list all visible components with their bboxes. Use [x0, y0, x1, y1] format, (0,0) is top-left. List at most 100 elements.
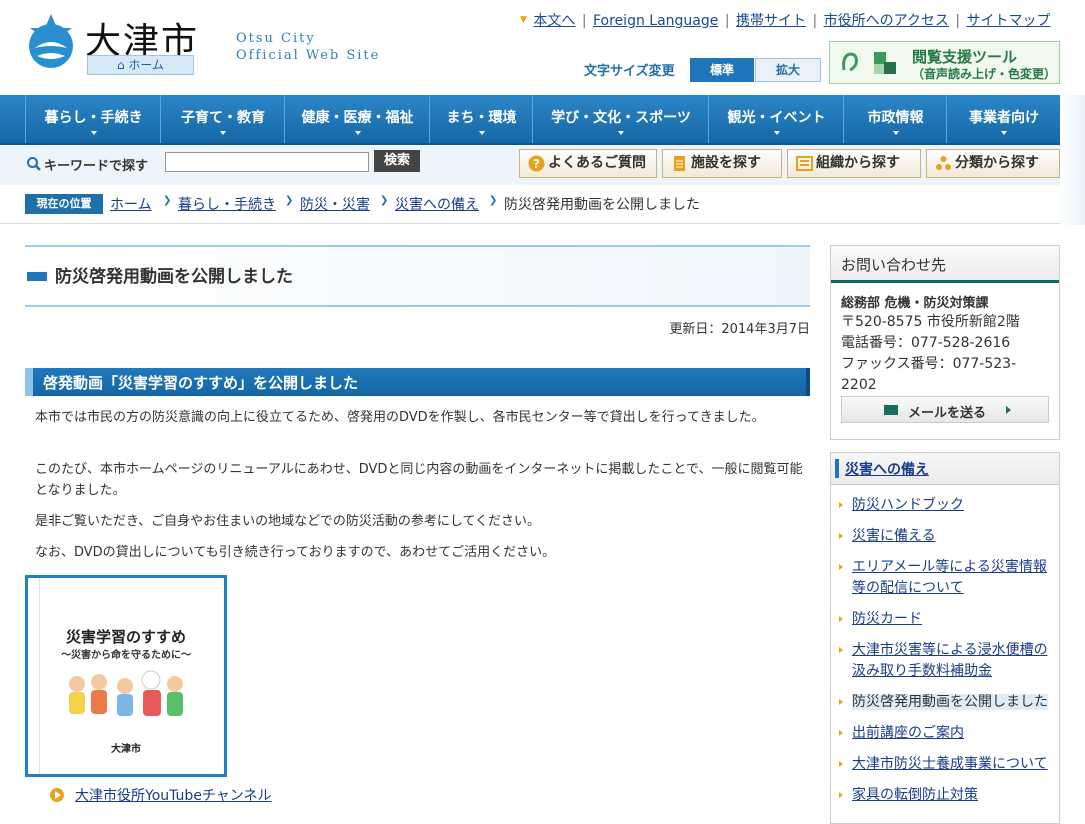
list-icon	[796, 156, 813, 171]
category-icon	[936, 156, 951, 170]
font-size-standard-button[interactable]: 標準	[690, 58, 754, 82]
related-item: 出前講座のご案内	[839, 723, 1054, 744]
document-icon	[674, 156, 685, 171]
nav-item-health[interactable]: 健康・医療・福祉	[284, 95, 430, 143]
section-deco	[25, 368, 33, 396]
access-link[interactable]: 市役所へのアクセス	[824, 13, 949, 29]
related-links-box: 災害への備え 防災ハンドブック 災害に備える エリアメール等による災害情報等の配…	[830, 452, 1060, 824]
home-link[interactable]: ⌂ ホーム	[87, 55, 194, 75]
contact-header: お問い合わせ先	[831, 246, 1059, 283]
related-link-prepare[interactable]: 災害に備える	[852, 526, 1054, 547]
paragraph-1: 本市では市民の方の防災意識の向上に役立てるため、啓発用のDVDを作製し、各市民セ…	[35, 410, 765, 425]
contact-tel: 電話番号：077-528-2616	[841, 335, 1011, 351]
breadcrumb-living[interactable]: 暮らし・手続き	[178, 194, 276, 214]
dvd-cover-image: 災害学習のすすめ 〜災害から命を守るために〜 大津市	[25, 575, 227, 777]
foreign-language-link[interactable]: Foreign Language	[593, 13, 718, 29]
paragraph-4: なお、DVDの貸出しについても引き続き行っておりますので、あわせてご活用ください…	[35, 545, 556, 560]
accessibility-tool-subtitle: （音声読み上げ・色変更）	[912, 67, 1057, 81]
related-link-handbook[interactable]: 防災ハンドブック	[852, 495, 1054, 516]
section-title: 啓発動画「災害学習のすすめ」を公開しました	[43, 374, 359, 392]
chevron-right-icon: ❯	[285, 195, 294, 206]
find-organization-button[interactable]: 組織から探す	[787, 149, 921, 178]
related-link-area-mail[interactable]: エリアメール等による災害情報等の配信について	[852, 557, 1054, 599]
home-link-label: ホーム	[128, 58, 165, 72]
question-icon: ?	[528, 155, 545, 172]
related-link-bousaishi[interactable]: 大津市防災士養成事業について	[852, 754, 1054, 775]
send-mail-label: メールを送る	[908, 406, 987, 421]
accessibility-icon	[842, 52, 896, 74]
page-title: 防災啓発用動画を公開しました	[55, 267, 293, 287]
related-item: エリアメール等による災害情報等の配信について	[839, 557, 1054, 599]
illustration-people-icon	[69, 670, 183, 716]
nav-item-culture[interactable]: 学び・文化・スポーツ	[532, 95, 709, 143]
contact-department: 総務部 危機・防災対策課	[841, 296, 989, 311]
mobile-site-link[interactable]: 携帯サイト	[736, 13, 806, 29]
related-header-bar	[835, 459, 839, 478]
svg-text:?: ?	[533, 157, 540, 171]
sitemap-link[interactable]: サイトマップ	[967, 13, 1051, 29]
search-bar: キーワードで探す 検索 ? よくあるご質問 施設を探す 組織から探す 分類から探…	[0, 145, 1085, 185]
contact-address: 〒520-8575 市役所新館2階	[841, 314, 1020, 330]
triangle-right-icon	[839, 502, 843, 508]
font-size-label: 文字サイズ変更	[584, 64, 675, 79]
search-icon	[27, 157, 41, 171]
paragraph-3: 是非ご覧いただき、ご自身やお住まいの地域などでの防災活動の参考にしてください。	[35, 514, 541, 529]
nav-item-town[interactable]: まち・環境	[429, 95, 533, 143]
font-size-large-button[interactable]: 拡大	[755, 58, 821, 82]
breadcrumb-disaster[interactable]: 防災・災害	[300, 194, 370, 214]
related-heading-link[interactable]: 災害への備え	[845, 459, 929, 479]
breadcrumb: 現在の位置 ホーム ❯ 暮らし・手続き ❯ 防災・災害 ❯ 災害への備え ❯ 防…	[0, 185, 1085, 224]
search-input[interactable]	[165, 152, 369, 172]
triangle-right-icon	[839, 761, 843, 767]
search-button[interactable]: 検索	[374, 150, 420, 172]
find-organization-label: 組織から探す	[816, 155, 900, 171]
related-current-page: 防災啓発用動画を公開しました	[852, 694, 1048, 710]
related-item: 防災カード	[839, 609, 1054, 630]
nav-item-business[interactable]: 事業者向け	[946, 95, 1062, 143]
dvd-city: 大津市	[111, 744, 141, 755]
site-header: 大津市 ⌂ ホーム Otsu City Official Web Site ▼ …	[0, 0, 1085, 95]
find-category-button[interactable]: 分類から探す	[926, 149, 1060, 178]
send-mail-button[interactable]: メールを送る	[841, 396, 1049, 423]
related-link-furniture[interactable]: 家具の転倒防止対策	[852, 785, 1054, 806]
nav-item-childcare[interactable]: 子育て・教育	[160, 95, 285, 143]
triangle-right-icon	[839, 730, 843, 736]
triangle-right-icon	[839, 616, 843, 622]
related-item: 大津市防災士養成事業について	[839, 754, 1054, 775]
site-en-line2: Official Web Site	[236, 48, 381, 63]
nav-item-cityinfo[interactable]: 市政情報	[843, 95, 947, 143]
find-facility-button[interactable]: 施設を探す	[662, 149, 782, 178]
page-title-box: 防災啓発用動画を公開しました	[25, 245, 810, 307]
accessibility-tool-title: 閲覧支援ツール	[912, 48, 1018, 66]
dvd-subtitle: 〜災害から命を守るために〜	[61, 650, 191, 661]
breadcrumb-preparedness[interactable]: 災害への備え	[395, 194, 479, 214]
contact-heading: お問い合わせ先	[841, 256, 947, 274]
site-en-line1: Otsu City	[236, 31, 316, 46]
contact-fax: ファックス番号：077-523-2202	[841, 356, 1017, 393]
breadcrumb-home[interactable]: ホーム	[110, 194, 152, 214]
mail-icon	[884, 405, 898, 415]
faq-button[interactable]: ? よくあるご質問	[519, 149, 657, 178]
arrow-right-icon	[1006, 406, 1011, 414]
triangle-down-icon: ▼	[520, 15, 527, 25]
triangle-right-icon	[839, 533, 843, 539]
paragraph-2: このたび、本市ホームページのリニューアルにあわせ、DVDと同じ内容の動画をインタ…	[35, 462, 803, 498]
chevron-right-icon: ❯	[489, 195, 498, 206]
triangle-right-icon	[839, 647, 843, 653]
chevron-right-icon: ❯	[380, 195, 389, 206]
related-item: 大津市災害等による浸水便槽の汲み取り手数料補助金	[839, 640, 1054, 682]
faq-button-label: よくあるご質問	[548, 155, 646, 171]
skip-to-content-link[interactable]: 本文へ	[533, 13, 575, 29]
city-emblem-icon[interactable]	[25, 14, 77, 70]
related-link-lecture[interactable]: 出前講座のご案内	[852, 723, 1054, 744]
dvd-title: 災害学習のすすめ	[65, 628, 186, 646]
accessibility-tool-button[interactable]: 閲覧支援ツール （音声読み上げ・色変更）	[829, 41, 1060, 84]
nav-item-tourism[interactable]: 観光・イベント	[708, 95, 844, 143]
header-decoration	[1060, 95, 1085, 225]
related-link-subsidy[interactable]: 大津市災害等による浸水便槽の汲み取り手数料補助金	[852, 640, 1054, 682]
nav-item-living[interactable]: 暮らし・手続き	[25, 95, 161, 143]
youtube-channel-link[interactable]: 大津市役所YouTubeチャンネル	[75, 785, 272, 805]
section-heading: 啓発動画「災害学習のすすめ」を公開しました	[25, 368, 810, 396]
related-link-card[interactable]: 防災カード	[852, 609, 1054, 630]
triangle-right-icon	[839, 564, 843, 570]
